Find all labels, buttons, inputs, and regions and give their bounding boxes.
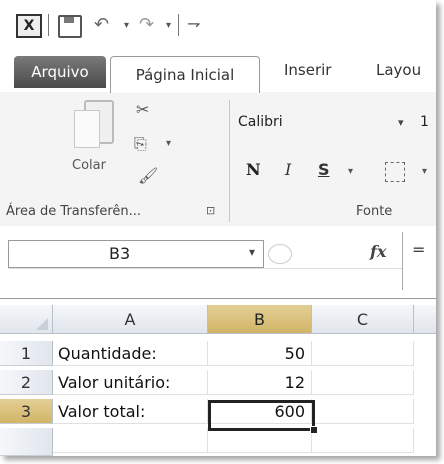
ribbon: Colar ✂ ⎘ ▾ 🖌 Área de Transferên... ⊡ Ca… bbox=[0, 92, 436, 227]
fill-handle[interactable] bbox=[310, 426, 318, 434]
column-header-c[interactable]: C bbox=[312, 305, 414, 334]
borders-icon[interactable] bbox=[385, 162, 405, 182]
column-header-a[interactable]: A bbox=[53, 305, 208, 334]
paste-button-label[interactable]: Colar bbox=[72, 158, 106, 173]
chevron-down-icon[interactable]: ▾ bbox=[249, 245, 255, 259]
row-header-4[interactable] bbox=[0, 428, 53, 456]
cell-c4[interactable] bbox=[312, 428, 414, 453]
underline-dropdown-icon[interactable]: ▾ bbox=[348, 166, 353, 177]
cell-c1[interactable] bbox=[312, 341, 414, 366]
separator bbox=[178, 14, 179, 36]
separator bbox=[48, 14, 49, 36]
tab-page-layout[interactable]: Layou bbox=[376, 61, 421, 79]
cut-icon[interactable]: ✂ bbox=[136, 100, 149, 119]
underline-button[interactable]: S bbox=[318, 160, 330, 179]
cell-a3[interactable]: Valor total: bbox=[53, 399, 208, 424]
format-painter-icon[interactable]: 🖌 bbox=[138, 166, 158, 185]
cell-b4[interactable] bbox=[208, 428, 312, 453]
column-header-d[interactable] bbox=[414, 305, 436, 334]
excel-icon[interactable]: X bbox=[16, 14, 42, 38]
cell-c2[interactable] bbox=[312, 370, 414, 395]
customize-qat-icon[interactable]: ⇁ bbox=[187, 14, 200, 33]
tab-home[interactable]: Página Inicial bbox=[110, 56, 260, 93]
quick-access-toolbar: X ↶ ▾ ↷ ▾ ⇁ bbox=[0, 0, 436, 46]
cell-b2[interactable]: 12 bbox=[208, 370, 312, 395]
page-shape bbox=[74, 110, 100, 148]
tab-insert[interactable]: Inserir bbox=[284, 61, 331, 79]
paste-icon[interactable] bbox=[74, 100, 118, 148]
clipboard-group-label: Área de Transferên... bbox=[6, 204, 142, 219]
name-box-value: B3 bbox=[109, 244, 131, 263]
chevron-down-icon: ▾ bbox=[398, 116, 404, 129]
copy-icon[interactable]: ⎘ bbox=[134, 134, 147, 154]
group-separator bbox=[229, 100, 230, 222]
italic-button[interactable]: I bbox=[285, 160, 291, 179]
save-icon[interactable] bbox=[58, 15, 82, 38]
row-header-2[interactable]: 2 bbox=[0, 370, 53, 395]
select-all-button[interactable] bbox=[0, 305, 53, 334]
undo-icon[interactable]: ↶ bbox=[94, 14, 109, 35]
excel-window: X ↶ ▾ ↷ ▾ ⇁ Arquivo Página Inicial Inser… bbox=[0, 0, 436, 456]
borders-dropdown-icon[interactable]: ▾ bbox=[422, 166, 427, 177]
cell-a1[interactable]: Quantidade: bbox=[53, 341, 208, 366]
separator bbox=[402, 232, 403, 290]
active-cell-border bbox=[208, 400, 315, 431]
formula-bar: B3 ▾ fx = bbox=[0, 226, 436, 299]
redo-dropdown-icon[interactable]: ▾ bbox=[166, 20, 171, 31]
redo-icon[interactable]: ↷ bbox=[139, 14, 154, 35]
row-header-1[interactable]: 1 bbox=[0, 341, 53, 366]
row-header-3[interactable]: 3 bbox=[0, 399, 53, 424]
font-size-value[interactable]: 1 bbox=[420, 114, 429, 130]
font-name-select[interactable]: Calibri ▾ 1 bbox=[238, 114, 429, 138]
formula-input-equals[interactable]: = bbox=[412, 240, 425, 259]
ribbon-tabs: Arquivo Página Inicial Inserir Layou bbox=[0, 46, 436, 93]
column-header-b[interactable]: B bbox=[208, 305, 312, 334]
insert-function-button[interactable]: fx bbox=[370, 242, 386, 261]
cell-a4[interactable] bbox=[53, 428, 208, 453]
formula-input[interactable] bbox=[8, 268, 402, 293]
tab-file[interactable]: Arquivo bbox=[14, 56, 106, 88]
copy-dropdown-icon[interactable]: ▾ bbox=[166, 138, 171, 149]
undo-dropdown-icon[interactable]: ▾ bbox=[124, 20, 129, 31]
formula-bar-resize-icon[interactable] bbox=[268, 244, 292, 264]
name-box[interactable]: B3 ▾ bbox=[8, 240, 264, 268]
font-name-value: Calibri bbox=[238, 114, 283, 130]
bold-button[interactable]: N bbox=[246, 160, 261, 179]
font-group-label: Fonte bbox=[356, 204, 393, 219]
cell-a2[interactable]: Valor unitário: bbox=[53, 370, 208, 395]
worksheet-grid: A B C 1 2 3 Quantidade: 50 Valor unitári… bbox=[0, 305, 436, 456]
cell-c3[interactable] bbox=[312, 399, 414, 424]
dialog-launcher-icon[interactable]: ⊡ bbox=[206, 204, 215, 217]
cell-b1[interactable]: 50 bbox=[208, 341, 312, 366]
